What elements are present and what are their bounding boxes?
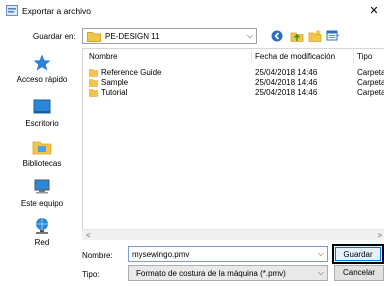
computer-icon bbox=[34, 179, 50, 194]
scroll-left-icon[interactable]: < bbox=[86, 230, 91, 241]
new-folder-icon[interactable] bbox=[308, 29, 322, 43]
filename-input[interactable]: mysewingo.pmv ⌵ bbox=[128, 246, 328, 262]
up-folder-icon[interactable] bbox=[290, 29, 304, 43]
save-button-label[interactable]: Guardar bbox=[335, 247, 381, 261]
navigation-toolbar bbox=[266, 29, 366, 43]
filetype-value: Formato de costura de la máquina (*.pmv) bbox=[136, 269, 286, 278]
back-icon[interactable] bbox=[270, 29, 284, 43]
folder-icon bbox=[87, 32, 101, 42]
title-bar: Exportar a archivo ✕ bbox=[0, 0, 384, 22]
horizontal-scrollbar[interactable]: < > bbox=[82, 229, 384, 240]
list-item[interactable]: Sample 25/04/2018 14:46 Carpeta d bbox=[83, 78, 384, 88]
place-quick-access[interactable]: Acceso rápido bbox=[4, 53, 80, 93]
filetype-dropdown[interactable]: Formato de costura de la máquina (*.pmv)… bbox=[128, 265, 328, 281]
file-date: 25/04/2018 14:46 bbox=[255, 88, 318, 97]
chevron-down-icon[interactable]: ⌵ bbox=[247, 31, 253, 41]
cancel-button[interactable]: Cancelar bbox=[334, 265, 384, 281]
place-label: Red bbox=[34, 238, 50, 247]
lookin-label: Guardar en: bbox=[33, 32, 76, 41]
scroll-right-icon[interactable]: > bbox=[377, 230, 382, 241]
filetype-label: Tipo: bbox=[82, 270, 100, 279]
file-list: Nombre ^ Fecha de modificación Tipo Refe… bbox=[82, 48, 384, 240]
place-label: Acceso rápido bbox=[16, 75, 68, 84]
file-name: Tutorial bbox=[101, 88, 128, 97]
filename-value[interactable]: mysewingo.pmv bbox=[132, 250, 189, 259]
place-this-pc[interactable]: Este equipo bbox=[4, 177, 80, 217]
column-header-type[interactable]: Tipo bbox=[357, 49, 372, 65]
file-date: 25/04/2018 14:46 bbox=[255, 68, 318, 77]
column-header-date[interactable]: Fecha de modificación bbox=[255, 49, 335, 65]
close-button[interactable]: ✕ bbox=[366, 3, 382, 19]
app-icon bbox=[6, 5, 18, 16]
place-label: Este equipo bbox=[20, 199, 64, 208]
chevron-down-icon[interactable]: ⌵ bbox=[318, 249, 324, 259]
column-divider[interactable] bbox=[353, 49, 354, 63]
file-type: Carpeta d bbox=[357, 68, 384, 77]
view-menu-icon[interactable] bbox=[326, 29, 340, 43]
folder-icon bbox=[89, 79, 98, 87]
filename-label: Nombre: bbox=[82, 251, 113, 260]
network-icon bbox=[36, 218, 48, 234]
file-name: Sample bbox=[101, 78, 129, 87]
folder-icon bbox=[89, 69, 98, 77]
list-item[interactable]: Tutorial 25/04/2018 14:46 Carpeta d bbox=[83, 88, 384, 98]
file-date: 25/04/2018 14:46 bbox=[255, 78, 318, 87]
libraries-icon bbox=[32, 141, 52, 155]
column-divider[interactable] bbox=[251, 49, 252, 63]
folder-icon bbox=[89, 89, 98, 97]
file-name: Reference Guide bbox=[101, 68, 162, 77]
place-network[interactable]: Red bbox=[4, 216, 80, 256]
place-label: Escritorio bbox=[25, 119, 59, 128]
save-button[interactable]: Guardar bbox=[332, 244, 384, 264]
list-item[interactable]: Reference Guide 25/04/2018 14:46 Carpeta… bbox=[83, 68, 384, 78]
place-desktop[interactable]: Escritorio bbox=[4, 97, 80, 137]
place-label: Bibliotecas bbox=[22, 159, 62, 168]
place-libraries[interactable]: Bibliotecas bbox=[4, 137, 80, 177]
desktop-icon bbox=[33, 99, 51, 114]
file-type: Carpeta d bbox=[357, 78, 384, 87]
window-title: Exportar a archivo bbox=[22, 6, 91, 16]
column-header-name[interactable]: Nombre bbox=[89, 49, 117, 65]
places-bar: Acceso rápido Escritorio Bibliotecas Est… bbox=[4, 48, 80, 258]
lookin-dropdown[interactable]: PE-DESIGN 11 ⌵ bbox=[82, 28, 257, 44]
lookin-value: PE-DESIGN 11 bbox=[105, 32, 160, 41]
star-icon bbox=[33, 54, 51, 71]
chevron-down-icon[interactable]: ⌵ bbox=[318, 268, 324, 278]
file-type: Carpeta d bbox=[357, 88, 384, 97]
